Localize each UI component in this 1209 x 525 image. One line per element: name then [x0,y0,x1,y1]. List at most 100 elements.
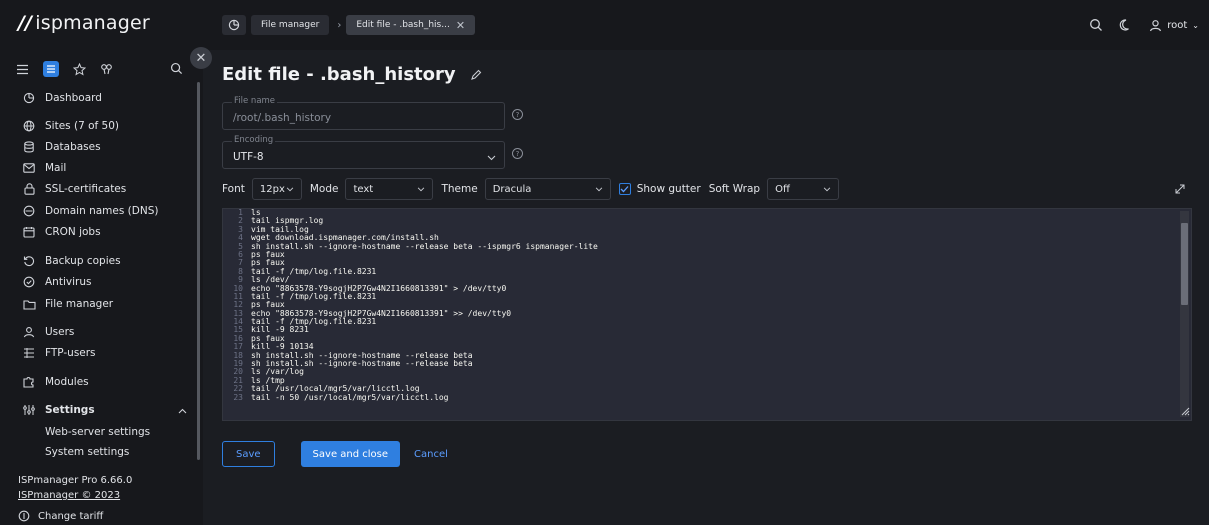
breadcrumb-edit-file[interactable]: Edit file - .bash_his... ✕ [346,15,476,35]
breadcrumb-file-manager[interactable]: File manager [251,15,330,35]
calendar-icon [22,226,36,238]
sidebar-subitem-system-settings[interactable]: System settings [45,446,129,458]
soft-wrap-select[interactable]: Off [767,178,840,200]
expand-icon[interactable] [1175,184,1185,197]
chevron-down-icon [823,187,831,191]
sidebar-item-dns[interactable]: Domain names (DNS) [22,205,158,217]
breadcrumb-edit-file-label: Edit file - .bash_his... [356,20,450,30]
line-number: 7 [238,258,243,268]
user-menu[interactable]: root ⌄ [1149,19,1199,32]
save-and-close-button[interactable]: Save and close [300,441,401,467]
chevron-up-icon[interactable] [178,404,187,417]
dns-icon [22,205,36,217]
encoding-label: Encoding [232,135,276,145]
form-actions: Save Save and close Cancel [222,441,448,467]
close-tab-icon[interactable]: ✕ [456,19,465,32]
sidebar-item-cron-jobs[interactable]: CRON jobs [22,226,101,238]
sidebar-item-label: Settings [45,404,95,416]
list-view-icon[interactable] [43,61,59,77]
editor-lines: 1 ls 2 tail ispmgr.log 3 vim tail.log 4 wget do… [223,209,1183,402]
sidebar-item-dashboard[interactable]: Dashboard [22,92,102,104]
editor-line: 15 kill -9 8231 [223,326,1183,335]
file-name-label: File name [232,96,278,106]
dashboard-icon [228,19,240,31]
link-icon[interactable] [100,63,113,76]
font-select[interactable]: 12px [251,178,302,200]
sidebar-item-modules[interactable]: Modules [22,376,89,388]
show-gutter-label[interactable]: Show gutter [637,183,701,195]
sidebar-item-backup-copies[interactable]: Backup copies [22,255,121,267]
cancel-button[interactable]: Cancel [414,449,448,460]
app-logo[interactable]: //ispmanager [18,12,150,34]
editor-line: 23 tail -n 50 /usr/local/mgr5/var/licctl.… [223,392,1183,402]
file-name-field: File name /root/.bash_history [222,96,505,130]
version-info: ISPmanager Pro 6.66.0 ISPmanager © 2023 [18,473,132,503]
change-tariff-label: Change tariff [38,510,104,522]
sidebar-item-antivirus[interactable]: Antivirus [22,276,91,288]
sidebar-item-databases[interactable]: Databases [22,141,101,153]
theme-select[interactable]: Dracula [484,178,611,200]
resize-handle-icon[interactable] [1180,406,1190,419]
breadcrumb: File manager › Edit file - .bash_his... … [222,15,476,35]
sidebar-search-icon[interactable] [170,62,183,78]
encoding-select[interactable]: Encoding UTF-8 [222,135,505,169]
change-tariff-link[interactable]: Change tariff [18,510,103,522]
line-number: 4 [238,233,243,243]
sidebar-toolbar [16,58,196,80]
editor-line: 6 ps faux [223,250,1183,259]
soft-wrap-label: Soft Wrap [708,183,761,195]
breadcrumb-dashboard-button[interactable] [222,15,246,35]
encoding-help-icon[interactable]: ? [512,148,523,159]
sidebar-subitem-web-server-settings[interactable]: Web-server settings [45,426,150,438]
line-number: 1 [238,208,243,217]
sidebar-item-label: Dashboard [45,92,102,104]
search-icon[interactable] [1089,18,1103,32]
file-name-help-icon[interactable]: ? [512,109,523,120]
editor-scrollbar[interactable] [1180,211,1189,417]
editor-line: 8 tail -f /tmp/log.file.8231 [223,266,1183,276]
font-value: 12px [259,183,285,195]
sidebar-item-users[interactable]: Users [22,326,74,338]
sidebar-item-label: Modules [45,376,89,388]
sidebar-item-label: FTP-users [45,347,96,359]
sidebar-scrollbar[interactable] [197,82,200,460]
shield-icon [22,276,36,288]
sidebar-item-label: File manager [45,298,114,310]
sidebar-item-file-manager[interactable]: File manager [22,298,113,310]
page-title-text: Edit file - .bash_history [222,64,456,85]
copyright-link[interactable]: ISPmanager © 2023 [18,488,132,503]
sidebar-close-icon[interactable]: ✕ [190,47,212,69]
app-logo-text: ispmanager [35,12,150,34]
sidebar-item-label: SSL-certificates [45,183,127,195]
edit-link-icon[interactable] [470,69,482,81]
font-label: Font [222,183,245,195]
chevron-down-icon [418,187,425,191]
menu-icon[interactable] [16,64,29,75]
database-icon [22,141,36,153]
code-editor[interactable]: 1 ls 2 tail ispmgr.log 3 vim tail.log 4 wget do… [222,208,1192,421]
sidebar-item-mail[interactable]: Mail [22,162,66,174]
sidebar-item-ssl-certificates[interactable]: SSL-certificates [22,183,126,195]
globe-icon [22,120,36,132]
editor-line: 20 ls /var/log [223,368,1183,377]
sidebar-item-sites[interactable]: Sites (7 of 50) [22,120,119,132]
lock-icon [22,183,36,195]
star-icon[interactable] [73,62,86,76]
editor-scrollbar-thumb[interactable] [1181,223,1188,305]
line-number: 8 [238,266,243,276]
check-icon [620,186,629,193]
editor-toolbar: Font 12px Mode text Theme Dracula Show g… [222,178,847,200]
show-gutter-checkbox[interactable] [618,183,631,195]
sidebar-item-settings[interactable]: Settings [22,404,95,416]
chevron-down-icon [487,151,496,164]
mode-select[interactable]: text [345,178,434,200]
line-number: 3 [238,224,243,234]
top-bar: //ispmanager File manager › Edit file - … [0,0,1209,50]
coin-icon [18,510,30,522]
moon-icon[interactable] [1119,18,1133,32]
save-button[interactable]: Save [222,441,275,467]
theme-label: Theme [441,183,478,195]
page-title: Edit file - .bash_history [222,64,482,85]
sidebar-item-ftp-users[interactable]: FTP-users [22,347,96,359]
line-number: 23 [233,392,243,402]
